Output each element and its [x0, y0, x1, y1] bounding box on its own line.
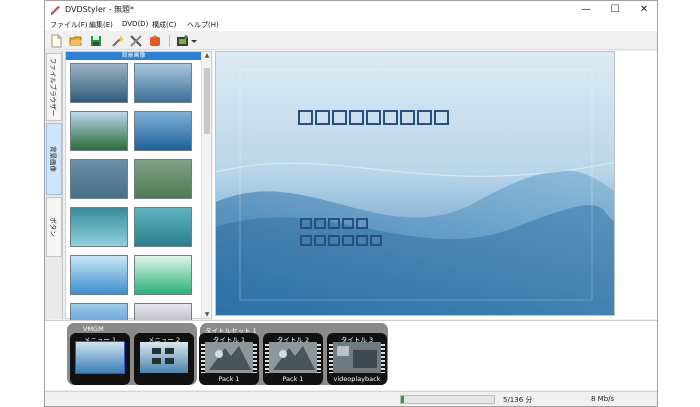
film-strip [253, 342, 257, 373]
render-icon[interactable] [148, 34, 162, 48]
toolbar [45, 32, 657, 50]
save-icon[interactable] [89, 34, 103, 48]
missing-glyph-icon [370, 235, 382, 246]
disc-usage-bar [400, 395, 495, 404]
item-sublabel: videoplayback [333, 375, 381, 383]
missing-glyph-icon [342, 235, 354, 246]
film-strip [317, 342, 321, 373]
thumb-teal-blur[interactable] [70, 159, 128, 199]
missing-glyph-icon [332, 110, 347, 125]
titleset-manager: VMGM タイトルセット 1 メニュー 1 メニュー 2 タイトル 1 Pack… [45, 320, 657, 390]
missing-glyph-icon [300, 218, 312, 229]
add-video-icon[interactable] [176, 34, 190, 48]
missing-glyph-icon [417, 110, 432, 125]
side-tab-strip: ファイルブラウザー 背景画像 ボタン [45, 51, 63, 319]
background-browser-header: 背景画像 [66, 52, 201, 60]
title-1-thumbnail [205, 342, 253, 373]
background-browser: 背景画像 ▲ ▼ [65, 51, 212, 343]
title-2-frame [269, 342, 317, 373]
menu-2-item[interactable]: メニュー 2 [134, 333, 194, 385]
missing-glyph-icon [328, 235, 340, 246]
open-folder-icon[interactable] [69, 34, 83, 48]
missing-glyph-icon [434, 110, 449, 125]
app-window: DVDStyler - 無題* — ☐ ✕ ファイル(F) 編集(E) DVD(… [44, 0, 658, 407]
dvdstyler-logo-icon [51, 6, 60, 15]
menu-2-thumbnail [140, 342, 188, 373]
thumb-aqua[interactable] [134, 207, 192, 247]
menu-button-1[interactable] [300, 218, 368, 229]
title-3-frame [333, 342, 381, 373]
title-1-frame [205, 342, 253, 373]
new-file-icon[interactable] [49, 34, 63, 48]
thumb-coast[interactable] [70, 111, 128, 151]
browser-scrollbar[interactable]: ▲ ▼ [201, 52, 211, 318]
settings-tools-icon[interactable] [129, 34, 143, 48]
thumb-mint-frame[interactable] [134, 255, 192, 295]
toolbar-separator [169, 35, 170, 47]
menu-canvas[interactable] [215, 51, 615, 316]
missing-glyph-icon [356, 235, 368, 246]
tab-backgrounds-label: 背景画像 [49, 146, 57, 172]
title-3-thumbnail [333, 342, 381, 373]
missing-glyph-icon [298, 110, 313, 125]
vmgm-group-label: VMGM [83, 325, 104, 333]
bitrate-readout: 8 Mb/s [591, 395, 615, 403]
title-1-item[interactable]: タイトル 1 Pack 1 [199, 333, 259, 385]
menu-editor-area [213, 51, 657, 319]
missing-glyph-icon [328, 218, 340, 229]
tab-buttons[interactable]: ボタン [46, 197, 62, 257]
tab-file-browser[interactable]: ファイルブラウザー [46, 53, 62, 121]
menu-2-thumbnail-image [152, 348, 174, 364]
thumb-blue-wave[interactable] [134, 111, 192, 151]
missing-glyph-icon [383, 110, 398, 125]
menu-1-item[interactable]: メニュー 1 [70, 333, 130, 385]
tab-file-browser-label: ファイルブラウザー [49, 57, 57, 117]
disc-usage-fill [401, 396, 405, 403]
menu-file[interactable]: ファイル(F) [50, 20, 88, 30]
thumb-green-blur[interactable] [134, 159, 192, 199]
thumb-sea-2[interactable] [134, 63, 192, 103]
menu-config[interactable]: 構成(C) [152, 20, 176, 30]
scroll-down-arrow-icon[interactable]: ▼ [202, 311, 212, 318]
thumb-sea-1[interactable] [70, 63, 128, 103]
tab-buttons-label: ボタン [49, 217, 57, 237]
menu-dvd[interactable]: DVD(D) [122, 20, 148, 28]
item-sublabel: Pack 1 [218, 375, 240, 383]
thumb-teal-band[interactable] [70, 207, 128, 247]
missing-glyph-icon [349, 110, 364, 125]
duration-readout: 5/136 分 [503, 396, 533, 404]
maximize-button[interactable]: ☐ [602, 1, 628, 19]
dropdown-arrow-icon[interactable] [190, 34, 198, 48]
title-3-item[interactable]: タイトル 3 videoplayback [327, 333, 387, 385]
menu-bar: ファイル(F) 編集(E) DVD(D) 構成(C) ヘルプ(H) [45, 19, 657, 31]
scrollbar-thumb[interactable] [204, 68, 210, 134]
tab-backgrounds[interactable]: 背景画像 [46, 123, 62, 195]
missing-glyph-icon [315, 110, 330, 125]
thumb-lightblue-frame[interactable] [70, 255, 128, 295]
menu-help[interactable]: ヘルプ(H) [187, 20, 219, 30]
status-bar: 5/136 分 8 Mb/s [45, 391, 657, 406]
missing-glyph-icon [300, 235, 312, 246]
title-2-thumbnail [269, 342, 317, 373]
scroll-up-arrow-icon[interactable]: ▲ [202, 52, 212, 59]
menu-edit[interactable]: 編集(E) [89, 20, 113, 30]
missing-glyph-icon [342, 218, 354, 229]
menu-1-thumbnail [75, 341, 125, 374]
menu-button-2[interactable] [300, 235, 382, 246]
title-bar: DVDStyler - 無題* — ☐ ✕ [45, 1, 657, 19]
missing-glyph-icon [356, 218, 368, 229]
window-title: DVDStyler - 無題* [65, 5, 135, 14]
burn-wand-icon[interactable] [111, 34, 125, 48]
title-2-item[interactable]: タイトル 2 Pack 1 [263, 333, 323, 385]
item-sublabel: Pack 1 [282, 375, 304, 383]
missing-glyph-icon [314, 235, 326, 246]
missing-glyph-icon [400, 110, 415, 125]
missing-glyph-icon [314, 218, 326, 229]
missing-glyph-icon [366, 110, 381, 125]
minimize-button[interactable]: — [573, 1, 599, 19]
menu-title-text[interactable] [298, 110, 449, 125]
close-button[interactable]: ✕ [631, 1, 657, 19]
film-strip [381, 342, 385, 373]
menu-background-image [216, 52, 614, 315]
